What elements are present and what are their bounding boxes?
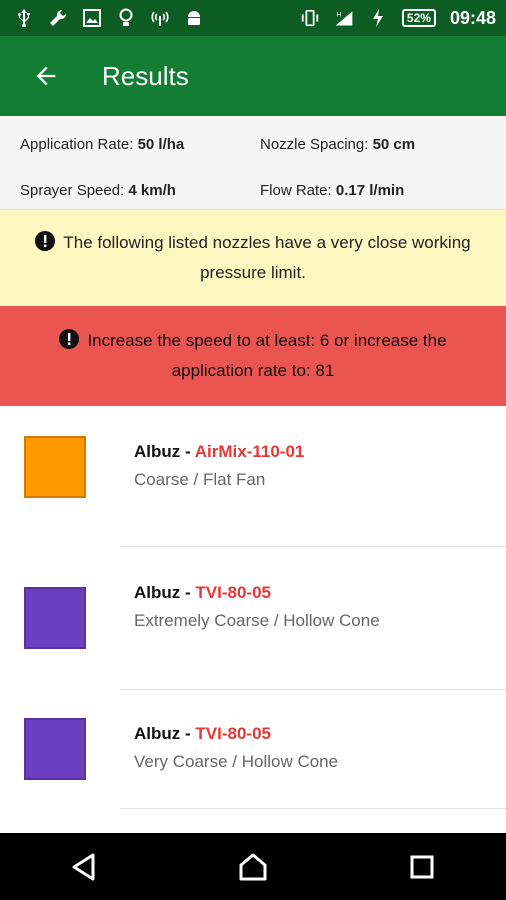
signal-icon: H xyxy=(334,8,354,28)
warning-banner: The following listed nozzles have a very… xyxy=(0,210,506,306)
nozzle-brand: Albuz xyxy=(134,724,181,743)
home-icon xyxy=(239,853,267,880)
nozzle-item[interactable]: Albuz - AirMix-110-01 Coarse / Flat Fan xyxy=(0,436,506,546)
divider xyxy=(120,808,506,809)
application-rate-value: 50 l/ha xyxy=(137,136,185,153)
page-title: Results xyxy=(102,60,189,91)
nozzle-brand: Albuz xyxy=(134,442,181,461)
nozzle-brand: Albuz xyxy=(134,583,181,602)
antenna-icon xyxy=(150,8,170,28)
nozzle-info: Albuz - AirMix-110-01 Coarse / Flat Fan xyxy=(134,436,384,491)
nozzle-spacing-value: 50 cm xyxy=(372,136,416,153)
clock: 09:48 xyxy=(449,7,496,28)
sprayer-speed-label: Sprayer Speed: xyxy=(20,181,125,199)
svg-text:H: H xyxy=(336,11,341,18)
nozzle-model: TVI-80-05 xyxy=(195,724,271,743)
nozzle-model: TVI-80-05 xyxy=(195,583,271,602)
sprayer-speed-value: 4 km/h xyxy=(128,181,176,199)
error-content: Increase the speed to at least: 6 or inc… xyxy=(28,326,478,386)
app-bar: Results xyxy=(0,36,506,116)
nozzle-spacing: Nozzle Spacing: 50 cm xyxy=(260,136,486,164)
nozzle-separator: - xyxy=(180,724,196,743)
nav-home-button[interactable] xyxy=(233,847,273,887)
usb-icon xyxy=(14,8,34,28)
nozzle-title: Albuz - TVI-80-05 xyxy=(134,583,384,603)
nozzle-item[interactable]: Albuz - TVI-80-05 Very Coarse / Hollow C… xyxy=(0,690,506,808)
nozzle-description: Very Coarse / Hollow Cone xyxy=(134,752,339,771)
sprayer-speed: Sprayer Speed: 4 km/h xyxy=(20,182,260,210)
triangle-back-icon xyxy=(72,853,95,880)
nozzle-description: Extremely Coarse / Hollow Cone xyxy=(134,611,380,630)
nav-recent-button[interactable] xyxy=(402,847,442,887)
error-banner: Increase the speed to at least: 6 or inc… xyxy=(0,306,506,406)
exclamation-circle-icon xyxy=(35,231,56,251)
nozzle-color-swatch xyxy=(24,587,86,649)
nozzle-color-swatch xyxy=(24,436,86,498)
exclamation-circle-icon xyxy=(59,329,80,349)
nav-back-button[interactable] xyxy=(64,847,104,887)
status-left-icons xyxy=(14,8,204,28)
flow-rate: Flow Rate: 0.17 l/min xyxy=(260,182,486,210)
status-bar: H 52% 09:48 xyxy=(0,0,506,36)
calculation-summary: Application Rate: 50 l/ha Nozzle Spacing… xyxy=(0,116,506,210)
nozzle-model: AirMix-110-01 xyxy=(194,442,305,461)
square-recent-icon xyxy=(410,855,434,878)
nozzle-color-swatch xyxy=(24,718,86,780)
flow-rate-label: Flow Rate: xyxy=(260,181,332,199)
warning-content: The following listed nozzles have a very… xyxy=(30,228,476,288)
application-rate: Application Rate: 50 l/ha xyxy=(20,136,260,164)
application-rate-label: Application Rate: xyxy=(20,136,134,153)
nozzle-separator: - xyxy=(180,583,196,602)
nozzle-info: Albuz - TVI-80-05 Very Coarse / Hollow C… xyxy=(134,718,384,773)
flow-rate-value: 0.17 l/min xyxy=(335,181,405,199)
navigation-bar xyxy=(0,833,506,900)
battery-indicator: 52% xyxy=(401,9,436,27)
nozzle-item[interactable]: Albuz - TVI-80-05 Extremely Coarse / Hol… xyxy=(0,547,506,689)
nozzle-title: Albuz - AirMix-110-01 xyxy=(134,442,384,462)
nozzle-title: Albuz - TVI-80-05 xyxy=(134,724,384,744)
nozzle-description: Coarse / Flat Fan xyxy=(134,470,266,489)
vibrate-icon xyxy=(300,8,320,28)
nozzle-separator: - xyxy=(180,442,195,461)
warning-text: The following listed nozzles have a very… xyxy=(63,233,471,282)
status-right-icons: H 52% 09:48 xyxy=(300,8,496,29)
nozzle-info: Albuz - TVI-80-05 Extremely Coarse / Hol… xyxy=(134,577,384,632)
arrow-left-icon[interactable] xyxy=(32,62,60,90)
lightbulb-icon xyxy=(116,8,136,28)
wrench-icon xyxy=(48,8,68,28)
image-icon xyxy=(82,8,102,28)
nozzle-list: Albuz - AirMix-110-01 Coarse / Flat Fan … xyxy=(0,406,506,809)
error-text: Increase the speed to at least: 6 or inc… xyxy=(87,331,447,380)
nozzle-spacing-label: Nozzle Spacing: xyxy=(260,136,369,153)
charging-icon xyxy=(368,8,388,28)
android-icon xyxy=(184,8,204,28)
